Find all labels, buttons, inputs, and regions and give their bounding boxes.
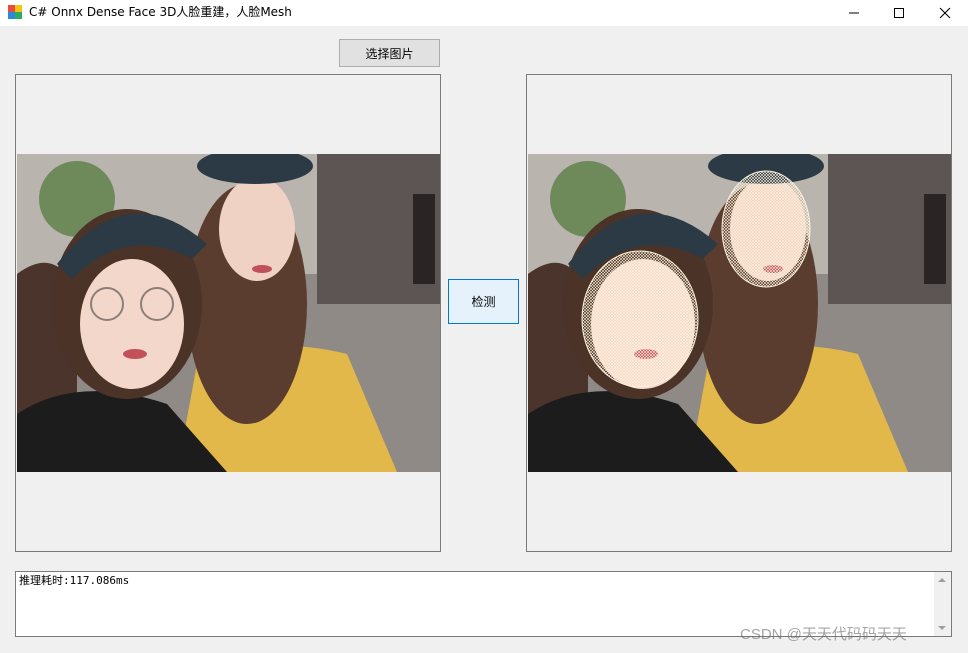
app-form-icon [8, 5, 22, 19]
window-title: C# Onnx Dense Face 3D人脸重建，人脸Mesh [29, 5, 292, 19]
scroll-up-icon[interactable] [938, 578, 946, 582]
minimize-button[interactable] [831, 0, 877, 26]
face-mesh-right [721, 170, 811, 288]
scroll-down-icon[interactable] [938, 626, 946, 630]
source-photo [17, 154, 440, 472]
inference-time-text: 推理耗时:117.086ms [19, 574, 130, 587]
result-photo [528, 154, 951, 472]
minimize-icon [849, 12, 859, 14]
csdn-watermark: CSDN @天天代码码天天 [740, 626, 907, 643]
source-picture-box[interactable] [15, 74, 441, 552]
close-icon [939, 7, 951, 19]
vertical-scrollbar[interactable] [934, 572, 951, 636]
close-button[interactable] [922, 0, 968, 26]
result-picture-box[interactable] [526, 74, 952, 552]
maximize-button[interactable] [876, 0, 922, 26]
detect-button[interactable]: 检测 [448, 279, 519, 324]
form-client-area: 选择图片 检测 推理耗时:117.086ms [0, 26, 968, 653]
title-bar: C# Onnx Dense Face 3D人脸重建，人脸Mesh [0, 0, 968, 26]
maximize-icon [894, 8, 904, 18]
select-image-button[interactable]: 选择图片 [339, 39, 440, 67]
face-mesh-left [581, 250, 699, 388]
